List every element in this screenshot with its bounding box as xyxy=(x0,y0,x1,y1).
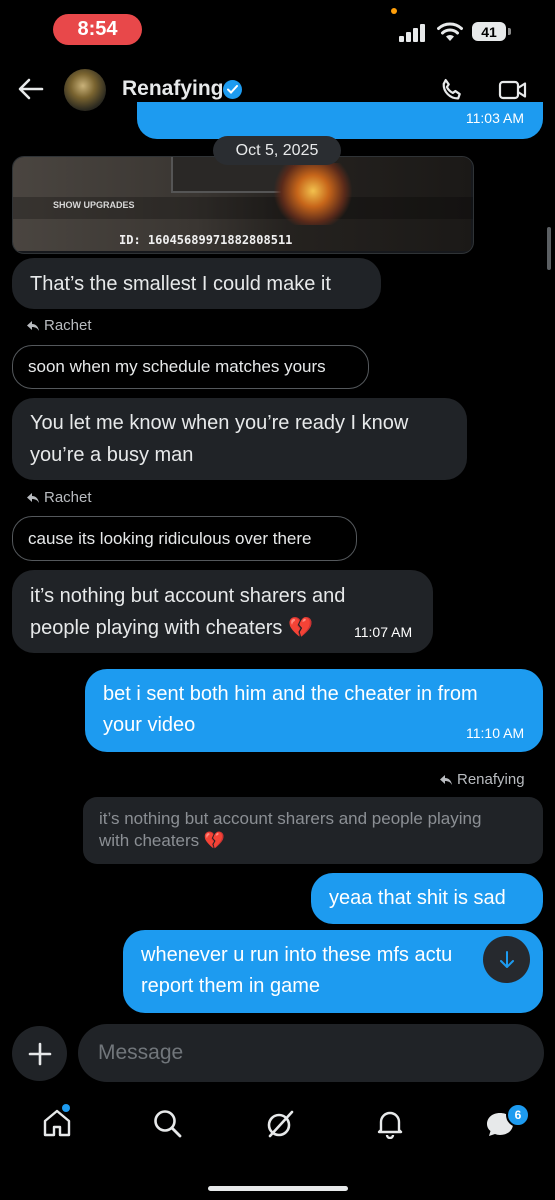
message-input[interactable]: Message xyxy=(78,1024,544,1082)
back-arrow-icon[interactable] xyxy=(18,78,44,100)
image-caption-id: ID: 16045689971882808511 xyxy=(119,233,293,247)
message-text-line: your video xyxy=(103,714,196,736)
message-text-line: it’s nothing but account sharers and xyxy=(30,585,346,607)
received-message[interactable]: You let me know when you’re ready I know… xyxy=(12,398,467,480)
notifications-bell-icon[interactable] xyxy=(374,1107,406,1139)
reply-arrow-icon xyxy=(27,320,39,331)
date-divider: Oct 5, 2025 xyxy=(213,136,341,165)
quoted-text-line: with cheaters 💔 xyxy=(99,831,226,850)
quoted-text: soon when my schedule matches yours xyxy=(28,357,326,376)
message-text-line: you’re a busy man xyxy=(30,444,194,466)
message-text: yeaa that shit is sad xyxy=(329,887,506,909)
search-icon[interactable] xyxy=(152,1108,184,1140)
mic-indicator-dot xyxy=(391,8,397,14)
received-message[interactable]: That’s the smallest I could make it xyxy=(12,258,381,309)
reply-arrow-icon xyxy=(440,774,452,785)
status-time: 8:54 xyxy=(53,14,142,45)
verified-badge-icon xyxy=(223,80,242,99)
sent-message[interactable]: bet i sent both him and the cheater in f… xyxy=(85,669,543,752)
video-call-icon[interactable] xyxy=(498,78,528,102)
quoted-text: cause its looking ridiculous over there xyxy=(28,528,312,548)
scrollbar-thumb[interactable] xyxy=(547,227,551,270)
home-notification-dot xyxy=(62,1104,70,1112)
home-indicator xyxy=(208,1186,348,1191)
contact-avatar[interactable] xyxy=(64,69,106,111)
sent-message[interactable]: yeaa that shit is sad xyxy=(311,873,543,924)
reply-context: Rachet xyxy=(26,489,92,506)
arrow-down-icon xyxy=(499,950,514,968)
message-timestamp: 11:07 AM xyxy=(354,624,413,640)
signal-icon xyxy=(399,24,425,42)
reply-arrow-icon xyxy=(27,492,39,503)
sent-message[interactable]: whenever u run into these mfs actu repor… xyxy=(123,930,543,1013)
contact-name[interactable]: Renafying xyxy=(122,77,224,101)
message-placeholder: Message xyxy=(98,1041,184,1064)
rank-emblem-icon xyxy=(273,163,353,225)
reply-to-name: Renafying xyxy=(457,771,525,788)
message-text-line: whenever u run into these mfs actu xyxy=(141,944,453,966)
quoted-message[interactable]: soon when my schedule matches yours xyxy=(12,345,369,389)
quoted-message[interactable]: it’s nothing but account sharers and peo… xyxy=(83,797,543,864)
message-text-line: report them in game xyxy=(141,975,320,997)
messages-badge: 6 xyxy=(506,1103,530,1127)
reply-context: Rachet xyxy=(26,317,92,334)
battery-tip xyxy=(508,28,511,35)
image-attachment[interactable]: SHOW UPGRADES ID: 16045689971882808511 xyxy=(12,156,474,254)
sent-message-partial[interactable]: 11:03 AM xyxy=(137,102,543,139)
message-text: That’s the smallest I could make it xyxy=(30,272,331,295)
quoted-message[interactable]: cause its looking ridiculous over there xyxy=(12,516,357,561)
message-text-line: You let me know when you’re ready I know xyxy=(30,412,409,434)
grok-icon[interactable] xyxy=(264,1108,296,1140)
image-caption-upgrades: SHOW UPGRADES xyxy=(53,200,135,210)
scroll-to-bottom-button[interactable] xyxy=(483,936,530,983)
plus-icon xyxy=(28,1042,51,1065)
phone-call-icon[interactable] xyxy=(438,76,466,104)
received-message[interactable]: it’s nothing but account sharers and peo… xyxy=(12,570,433,653)
quoted-text-line: it’s nothing but account sharers and peo… xyxy=(99,809,482,828)
reply-to-name: Rachet xyxy=(44,317,92,334)
battery-indicator: 41 xyxy=(472,22,506,41)
reply-to-name: Rachet xyxy=(44,489,92,506)
wifi-icon xyxy=(437,22,463,41)
add-attachment-button[interactable] xyxy=(12,1026,67,1081)
message-text-line: bet i sent both him and the cheater in f… xyxy=(103,683,478,705)
home-icon[interactable] xyxy=(41,1107,73,1139)
reply-context: Renafying xyxy=(439,771,525,788)
message-timestamp: 11:10 AM xyxy=(466,725,525,741)
message-timestamp: 11:03 AM xyxy=(465,110,524,126)
